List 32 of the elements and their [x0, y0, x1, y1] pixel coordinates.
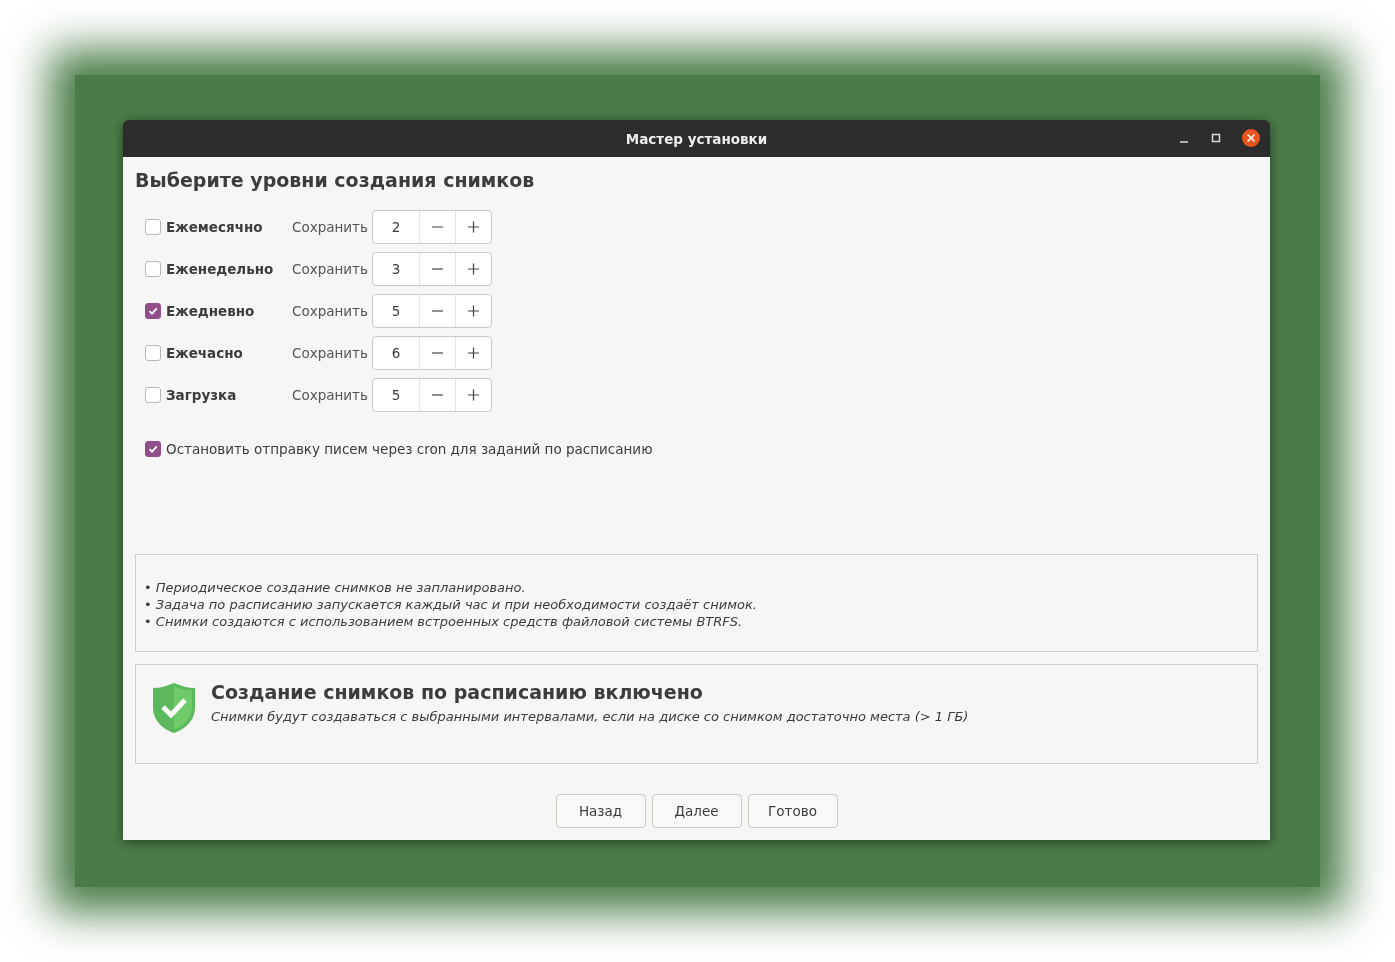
note-text: • Снимки создаются с использованием встроенных средств файловой системы BTRFS.: [144, 613, 744, 630]
note-text: • Задача по расписанию запускается каждый час и при необходимости создаёт снимок.: [144, 596, 758, 613]
status-message: Снимки будут создаваться с выбранными интервалами, если на диске со снимком достаточно места (> 1 ГБ): [211, 709, 969, 724]
keep-label: Сохранить: [292, 387, 369, 403]
checkbox[interactable]: [145, 345, 161, 361]
dialog-button[interactable]: Назад: [555, 794, 646, 828]
keep-label: Сохранить: [292, 219, 369, 235]
close-icon[interactable]: [1242, 129, 1260, 147]
level-label: Ежедневно: [166, 303, 256, 319]
page-heading: Выберите уровни создания снимков: [135, 169, 536, 191]
checkbox[interactable]: [145, 387, 161, 403]
keep-label: Сохранить: [292, 303, 369, 319]
level-label: Еженедельно: [166, 261, 275, 277]
status-title: Создание снимков по расписанию включено: [211, 681, 704, 703]
keep-label: Сохранить: [292, 261, 369, 277]
keep-label: Сохранить: [292, 345, 369, 361]
level-label: Загрузка: [166, 387, 238, 403]
checkbox[interactable]: [145, 441, 161, 457]
checkbox-label: Остановить отправку писем через cron для заданий по расписанию: [166, 441, 653, 457]
dialog-button[interactable]: Далее: [651, 794, 742, 828]
checkmark-icon: [147, 305, 159, 317]
checkbox[interactable]: [145, 303, 161, 319]
checkbox[interactable]: [145, 261, 161, 277]
level-label: Ежечасно: [166, 345, 244, 361]
checkbox[interactable]: [145, 219, 161, 235]
level-label: Ежемесячно: [166, 219, 264, 235]
shield-check-icon: [151, 681, 197, 735]
window-title: Мастер установки: [625, 130, 768, 147]
maximize-icon[interactable]: [1210, 132, 1222, 144]
dialog-button[interactable]: Готово: [747, 794, 838, 828]
note-text: • Периодическое создание снимков не запланировано.: [144, 579, 527, 596]
checkmark-icon: [147, 443, 159, 455]
